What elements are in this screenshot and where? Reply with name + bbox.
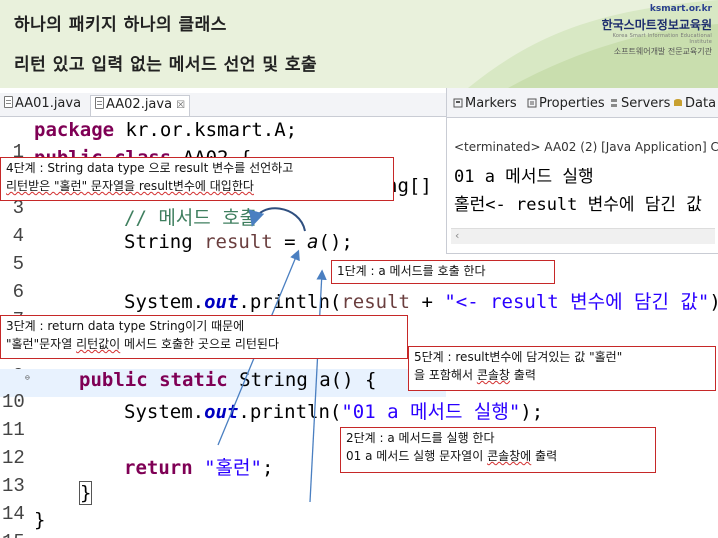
annotation-text: 메서드 호출한 곳으로 리턴된다 <box>120 337 280 351</box>
annotation-step2: 2단계 : a 메서드를 실행 한다 01 a 메서드 실행 문자열이 콘솔창에… <box>340 427 656 473</box>
annotation-text: 을 포함해서 <box>414 368 477 382</box>
slide-header: 하나의 패키지 하나의 클래스 리턴 있고 입력 없는 메서드 선언 및 호출 … <box>0 0 718 88</box>
tab-label: AA02.java <box>106 97 173 112</box>
tab-label: Data <box>685 96 717 111</box>
slide-subtitle: 리턴 있고 입력 없는 메서드 선언 및 호출 <box>14 55 318 75</box>
tab-properties[interactable]: Properties <box>527 96 605 111</box>
annotation-text: 01 a 메서드 실행 문자열이 <box>346 449 488 463</box>
code-text: System. <box>124 291 205 313</box>
annotation-text: 3단계 : return data type String이기 때문에 <box>6 319 245 333</box>
code-string: "홀런" <box>204 457 262 479</box>
console-output-line: 홀런<- result 변수에 담긴 값 <box>454 195 702 215</box>
scroll-left-icon[interactable]: ‹ <box>455 229 459 242</box>
method-call: a <box>307 231 319 253</box>
code-text: ); <box>709 291 718 313</box>
logo-url: ksmart.or.kr <box>649 4 712 14</box>
console-tab-bar: Markers Properties Servers Data <box>447 88 718 118</box>
annotation-text: 리턴받은 "홀런" 문자열을 result변수에 대입한다 <box>6 179 254 193</box>
java-file-icon <box>95 97 104 109</box>
tab-servers[interactable]: Servers <box>609 96 670 111</box>
annotation-text: 리턴값이 <box>76 337 121 351</box>
keyword: public static <box>79 369 228 391</box>
slide-title: 하나의 패키지 하나의 클래스 <box>14 15 227 35</box>
keyword: package <box>34 119 115 141</box>
line-number: 15 <box>2 531 25 538</box>
tab-data[interactable]: Data <box>673 96 716 111</box>
code-text: ); <box>520 401 544 423</box>
console-panel: Markers Properties Servers Data <termina… <box>446 88 718 254</box>
code-line-10: 10 ⊖ public static String a() { <box>0 369 446 413</box>
console-output-line: 01 a 메서드 실행 <box>454 167 594 187</box>
code-text: String a() { <box>227 369 377 391</box>
servers-icon <box>611 99 617 107</box>
result-variable: result <box>341 291 410 313</box>
tab-label: Properties <box>539 96 605 111</box>
editor-tab-bar: AA01.java AA02.java ☒ <box>0 93 446 117</box>
code-line-14: 14 } <box>0 481 718 525</box>
annotation-text: 5단계 : result변수에 담겨있는 값 "홀런" <box>414 350 623 364</box>
annotation-step3: 3단계 : return data type String이기 때문에 "홀런"… <box>0 315 408 359</box>
code-type: String <box>124 231 205 253</box>
annotation-step4: 4단계 : String data type 으로 result 변수를 선언하… <box>0 157 394 201</box>
annotation-step1: 1단계 : a 메서드를 호출 한다 <box>331 260 555 284</box>
data-source-icon <box>674 99 682 106</box>
code-line-15: 15 } <box>0 509 718 538</box>
matching-brace: } <box>79 481 93 505</box>
annotation-text: 1단계 : a 메서드를 호출 한다 <box>337 264 486 278</box>
code-field: out <box>204 401 239 423</box>
code-text: (); <box>318 231 353 253</box>
console-horizontal-scrollbar[interactable]: ‹ <box>451 228 715 244</box>
tab-aa01[interactable]: AA01.java <box>0 95 85 116</box>
annotation-text: 2단계 : a 메서드를 실행 한다 <box>346 431 495 445</box>
code-text: .println( <box>238 291 342 313</box>
code-text: } <box>34 509 46 531</box>
tab-markers[interactable]: Markers <box>453 96 517 111</box>
logo-english-name: Korea Smart Information Educational Inst… <box>612 33 712 45</box>
code-line-11: 11 System.out.println("01 a 메서드 실행"); <box>0 397 718 441</box>
keyword: return <box>124 457 193 479</box>
logo-name: 한국스마트정보교육원 <box>601 18 712 32</box>
code-text: = <box>272 231 308 253</box>
result-variable: result <box>204 231 273 253</box>
code-field: out <box>204 291 239 313</box>
annotation-step5: 5단계 : result변수에 담겨있는 값 "홀런" 을 포함해서 콘솔창 출… <box>408 346 716 391</box>
annotation-text: 콘솔창 <box>476 368 510 382</box>
code-text: ; <box>261 457 274 479</box>
tab-label: Markers <box>465 96 517 111</box>
code-string: "<- result 변수에 담긴 값" <box>444 291 710 313</box>
code-text: kr.or.ksmart.A; <box>114 119 298 141</box>
code-text: System. <box>124 401 205 423</box>
annotation-text: "홀런"문자열 <box>6 337 77 351</box>
tab-aa02[interactable]: AA02.java ☒ <box>90 95 191 116</box>
console-status: <terminated> AA02 (2) [Java Application]… <box>454 140 718 154</box>
code-text: + <box>410 291 445 313</box>
java-file-icon <box>4 96 13 108</box>
institute-logo: ksmart.or.kr 한국스마트정보교육원 Korea Smart Info… <box>594 4 712 56</box>
annotation-text: 출력 <box>509 368 536 382</box>
fold-toggle-icon[interactable]: ⊖ <box>25 373 30 382</box>
code-string: "01 a 메서드 실행" <box>341 401 521 423</box>
annotation-text: 콘솔창에 <box>487 449 532 463</box>
annotation-text: 4단계 : String data type 으로 result 변수를 선언하… <box>6 161 294 175</box>
annotation-text: 출력 <box>531 449 558 463</box>
tab-label: AA01.java <box>15 96 82 111</box>
logo-tagline: 소프트웨어개발 전문교육기관 <box>613 47 712 56</box>
code-comment: // 메서드 호출 <box>124 207 258 229</box>
code-text: .println( <box>238 401 342 423</box>
markers-icon <box>453 98 463 108</box>
properties-icon <box>527 98 537 108</box>
tab-label: Servers <box>621 96 671 111</box>
code-line-7: 7 System.out.println(result + "<- result… <box>0 287 718 331</box>
close-tab-icon[interactable]: ☒ <box>176 100 185 111</box>
